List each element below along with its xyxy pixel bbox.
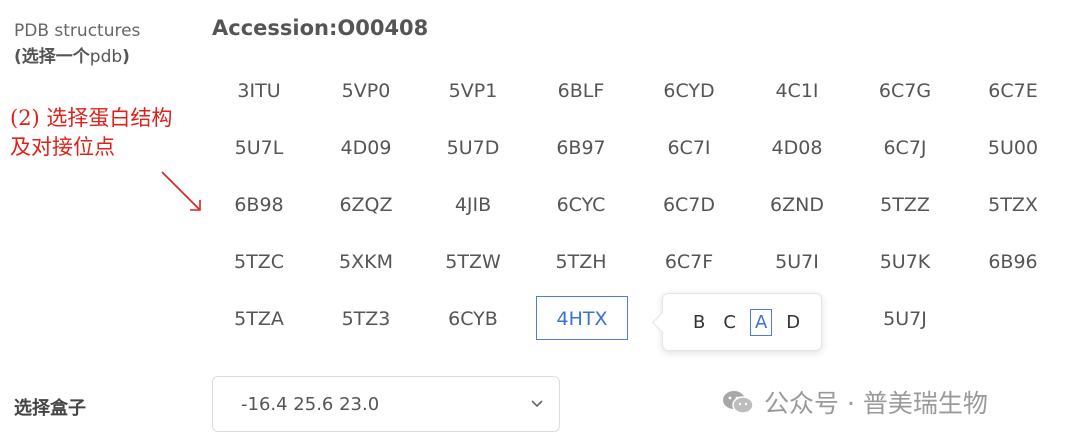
pdb-item-6c7j[interactable]: 6C7J — [852, 133, 958, 163]
red-annotation: (2) 选择蛋白结构 及对接位点 — [10, 104, 172, 162]
pdb-item-6c7g[interactable]: 6C7G — [852, 76, 958, 106]
pdb-item-6b96[interactable]: 6B96 — [960, 247, 1066, 277]
chain-b[interactable]: B — [689, 310, 709, 335]
watermark: 公众号 · 普美瑞生物 — [722, 384, 988, 420]
pdb-item-6blf[interactable]: 6BLF — [528, 76, 634, 106]
pdb-item-5tz3[interactable]: 5TZ3 — [313, 304, 419, 334]
pdb-item-5u7i[interactable]: 5U7I — [744, 247, 850, 277]
pdb-item-5u7k[interactable]: 5U7K — [852, 247, 958, 277]
chain-popover: B C A D — [651, 293, 822, 351]
pdb-row: 5TZA 5TZ3 6CYB 4HTX 5U7J — [228, 296, 1080, 361]
pdb-item-4d09[interactable]: 4D09 — [313, 133, 419, 163]
box-label: 选择盒子 — [14, 398, 86, 419]
pdb-item-5tzc[interactable]: 5TZC — [206, 247, 312, 277]
pdb-item-6znd[interactable]: 6ZND — [744, 190, 850, 220]
annotation-line1: (2) 选择蛋白结构 — [10, 106, 173, 130]
pdb-item-6c7i[interactable]: 6C7I — [636, 133, 742, 163]
pdb-item-5tzz[interactable]: 5TZZ — [852, 190, 958, 220]
pdb-item-6c7d[interactable]: 6C7D — [636, 190, 742, 220]
pdb-item-5tza[interactable]: 5TZA — [206, 304, 312, 334]
chevron-down-icon — [531, 400, 543, 408]
pdb-item-6b98[interactable]: 6B98 — [206, 190, 312, 220]
annotation-line2: 及对接位点 — [10, 135, 115, 159]
chain-a[interactable]: A — [749, 308, 773, 336]
pdb-item-6c7e[interactable]: 6C7E — [960, 76, 1066, 106]
hint-en: pdb — [89, 47, 123, 67]
pdb-structures-label: PDB structures (选择一个pdb) — [14, 18, 204, 70]
pdb-item-6cyd[interactable]: 6CYD — [636, 76, 742, 106]
pdb-item-5xkm[interactable]: 5XKM — [313, 247, 419, 277]
pdb-item-5vp0[interactable]: 5VP0 — [313, 76, 419, 106]
pdb-item-4c1i[interactable]: 4C1I — [744, 76, 850, 106]
pdb-structures-title: PDB structures — [14, 21, 141, 41]
pdb-grid: 3ITU 5VP0 5VP1 6BLF 6CYD 4C1I 6C7G 6C7E 5U7L 4D09… — [228, 76, 1080, 361]
pdb-row: 6B98 6ZQZ 4JIB 6CYC 6C7D 6ZND 5TZZ 5TZX — [228, 190, 1080, 247]
accession-title: Accession:O00408 — [212, 16, 429, 40]
pdb-item-5tzh[interactable]: 5TZH — [528, 247, 634, 277]
chain-d[interactable]: D — [782, 310, 804, 335]
pdb-row: 5TZC 5XKM 5TZW 5TZH 6C7F 5U7I 5U7K 6B96 — [228, 247, 1080, 304]
pdb-item-4jib[interactable]: 4JIB — [420, 190, 526, 220]
pdb-item-4d08[interactable]: 4D08 — [744, 133, 850, 163]
hint-cn-a: (选择一个 — [14, 47, 90, 67]
watermark-text: 公众号 · 普美瑞生物 — [764, 389, 988, 418]
pdb-item-5u7d[interactable]: 5U7D — [420, 133, 526, 163]
pdb-item-5tzx[interactable]: 5TZX — [960, 190, 1066, 220]
pdb-item-6cyc[interactable]: 6CYC — [528, 190, 634, 220]
pdb-item-6zqz[interactable]: 6ZQZ — [313, 190, 419, 220]
hint-cn-b: ) — [122, 47, 130, 67]
pdb-row: 3ITU 5VP0 5VP1 6BLF 6CYD 4C1I 6C7G 6C7E — [228, 76, 1080, 133]
pdb-item-3itu[interactable]: 3ITU — [206, 76, 312, 106]
pdb-item-5u7j[interactable]: 5U7J — [852, 304, 958, 334]
box-select[interactable]: -16.4 25.6 23.0 — [212, 376, 560, 432]
box-select-value: -16.4 25.6 23.0 — [241, 393, 380, 415]
chain-c[interactable]: C — [719, 310, 740, 335]
pdb-item-4htx[interactable]: 4HTX — [536, 296, 628, 340]
pdb-item-5tzw[interactable]: 5TZW — [420, 247, 526, 277]
pdb-item-5u00[interactable]: 5U00 — [960, 133, 1066, 163]
annotation-arrow-icon — [161, 171, 201, 211]
pdb-item-6c7f[interactable]: 6C7F — [636, 247, 742, 277]
pdb-item-6b97[interactable]: 6B97 — [528, 133, 634, 163]
pdb-item-6cyb[interactable]: 6CYB — [420, 304, 526, 334]
wechat-icon — [723, 391, 754, 414]
pdb-item-5vp1[interactable]: 5VP1 — [420, 76, 526, 106]
pdb-item-5u7l[interactable]: 5U7L — [206, 133, 312, 163]
pdb-structures-hint: (选择一个pdb) — [14, 44, 204, 70]
pdb-row: 5U7L 4D09 5U7D 6B97 6C7I 4D08 6C7J 5U00 — [228, 133, 1080, 190]
